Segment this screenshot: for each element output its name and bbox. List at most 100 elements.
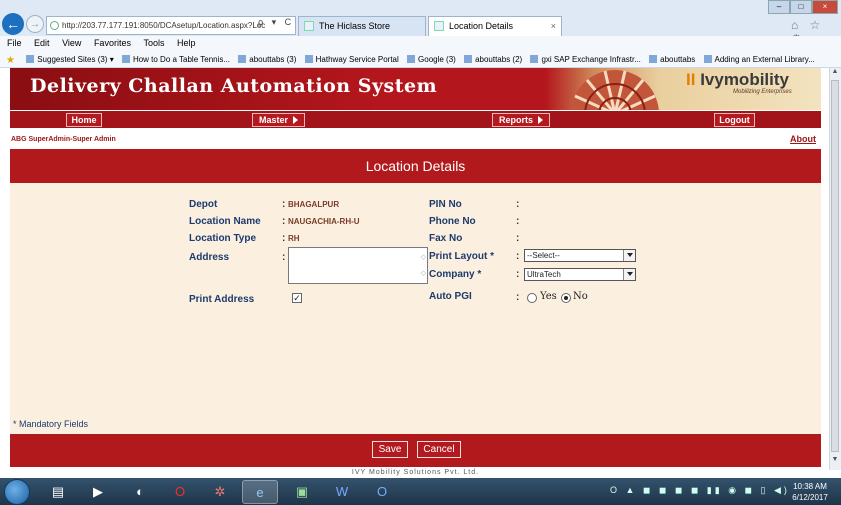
forward-arrow-icon[interactable]: → (26, 15, 44, 33)
print-layout-select[interactable]: --Select-- (524, 249, 636, 262)
menu-edit[interactable]: Edit (34, 38, 50, 48)
start-button[interactable] (4, 479, 30, 505)
minimize-icon[interactable]: – (768, 0, 790, 14)
fav-item[interactable]: abouttabs (649, 55, 695, 64)
media-player-icon[interactable]: ▶ (80, 480, 116, 504)
opera-icon[interactable]: O (162, 480, 198, 504)
colon: : (282, 252, 286, 263)
colon: : (516, 269, 520, 280)
print-layout-label: Print Layout * (429, 251, 495, 262)
about-link[interactable]: About (790, 134, 816, 144)
menu-file[interactable]: File (7, 38, 22, 48)
colon: : (282, 216, 286, 227)
dropdown-arrow-icon (623, 269, 635, 280)
print-address-checkbox[interactable]: ✓ (292, 293, 302, 303)
nav-master-menu[interactable]: Master (252, 113, 305, 127)
fav-item[interactable]: Hathway Service Portal (304, 55, 399, 64)
fav-item[interactable]: Google (3) (407, 55, 456, 64)
close-tab-icon[interactable]: × (551, 17, 556, 35)
menu-bar: File Edit View Favorites Tools Help (0, 36, 841, 52)
auto-pgi-no-label: No (573, 291, 588, 302)
app-title: Delivery Challan Automation System (30, 75, 438, 97)
colon: : (516, 199, 520, 210)
phone-label: Phone No (429, 216, 476, 227)
colon: : (516, 233, 520, 244)
colon: : (516, 292, 520, 303)
ivymobility-logo: II Ivymobility (686, 70, 789, 89)
tab-hiclass-store[interactable]: The Hiclass Store (298, 16, 426, 36)
textarea-scroll-icon: ◇ ◇ (420, 254, 426, 277)
copyright-text: IVY Mobility Solutions Pvt. Ltd. (351, 469, 480, 476)
company-select[interactable]: UltraTech (524, 268, 636, 281)
pin-label: PIN No (429, 199, 462, 210)
address-tools[interactable]: ρ ▾ C (258, 17, 294, 28)
scroll-up-icon[interactable]: ▲ (829, 68, 841, 80)
scrollbar-thumb[interactable] (831, 80, 839, 452)
menu-help[interactable]: Help (177, 38, 196, 48)
mandatory-note: * Mandatory Fields (13, 419, 89, 429)
back-arrow-icon[interactable]: ← (2, 13, 24, 35)
colon: : (282, 199, 286, 210)
fav-item[interactable]: gxi SAP Exchange Infrastr... (530, 55, 641, 64)
location-name-label: Location Name (189, 216, 261, 227)
star-icon: ★ (6, 55, 15, 66)
location-type-label: Location Type (189, 233, 257, 244)
site-icon (121, 55, 130, 63)
auto-pgi-yes-radio[interactable] (527, 293, 537, 303)
site-icon (703, 55, 712, 63)
window-controls: – □ × (768, 0, 841, 15)
location-name-value: NAUGACHIA-RH-U (288, 217, 360, 226)
app-icon[interactable]: ✲ (202, 480, 238, 504)
cancel-button[interactable]: Cancel (417, 441, 461, 458)
form-panel (10, 183, 821, 434)
menu-favorites[interactable]: Favorites (94, 38, 131, 48)
internet-explorer-icon[interactable]: e (242, 480, 278, 504)
word-icon[interactable]: W (324, 480, 360, 504)
app-icon[interactable]: ▣ (284, 480, 320, 504)
nav-bar (10, 111, 821, 128)
clock-date: 6/12/2017 (792, 493, 828, 502)
save-button[interactable]: Save (372, 441, 408, 458)
fav-item[interactable]: abouttabs (3) (238, 55, 296, 64)
nav-logout-button[interactable]: Logout (714, 113, 755, 127)
location-type-value: RH (288, 234, 300, 243)
dropdown-arrow-icon (623, 250, 635, 261)
system-tray[interactable]: O ▲ ◼ ◼ ◼ ◼ ▮▮ ◉ ◼ ▯ ◀) (610, 485, 790, 496)
fav-item[interactable]: How to Do a Table Tennis... (121, 55, 230, 64)
nav-reports-menu[interactable]: Reports (492, 113, 550, 127)
maximize-icon[interactable]: □ (790, 0, 812, 14)
nav-home-button[interactable]: Home (66, 113, 102, 127)
fax-label: Fax No (429, 233, 463, 244)
company-label: Company * (429, 269, 482, 280)
tab-favicon-icon (304, 21, 314, 31)
favorites-bar: ★ Suggested Sites (3) ▾ How to Do a Tabl… (0, 52, 841, 68)
address-textarea[interactable]: ◇ ◇ (288, 247, 428, 284)
menu-view[interactable]: View (62, 38, 81, 48)
fav-item[interactable]: abouttabs (2) (464, 55, 522, 64)
clock-time: 10:38 AM (793, 482, 827, 491)
fav-item[interactable]: Suggested Sites (3) ▾ (26, 55, 114, 64)
menu-tools[interactable]: Tools (143, 38, 164, 48)
scroll-down-icon[interactable]: ▼ (829, 456, 841, 468)
depot-value: BHAGALPUR (288, 200, 340, 209)
address-label: Address (189, 252, 230, 263)
outlook-icon[interactable]: O (364, 480, 400, 504)
logged-in-user: ABG SuperAdmin-Super Admin (11, 136, 116, 143)
site-icon (26, 55, 35, 63)
site-icon (304, 55, 313, 63)
fav-item[interactable]: Adding an External Library... (703, 55, 815, 64)
site-icon (464, 55, 473, 63)
file-explorer-icon[interactable]: ▤ (40, 480, 76, 504)
close-window-icon[interactable]: × (812, 0, 838, 14)
address-url: http://203.77.177.191:8050/DCAsetup/Loca… (62, 21, 266, 30)
auto-pgi-yes-label: Yes (540, 291, 557, 302)
app-icon[interactable]: ◐ (122, 480, 158, 504)
clock[interactable]: 10:38 AM 6/12/2017 (786, 481, 834, 503)
tab-location-details[interactable]: Location Details × (428, 16, 562, 36)
print-layout-selected: --Select-- (527, 251, 560, 260)
page-title: Location Details (365, 158, 466, 174)
dartboard-graphic (571, 70, 659, 110)
company-selected: UltraTech (527, 270, 561, 279)
tab-label: The Hiclass Store (319, 21, 391, 31)
auto-pgi-no-radio[interactable] (561, 293, 571, 303)
